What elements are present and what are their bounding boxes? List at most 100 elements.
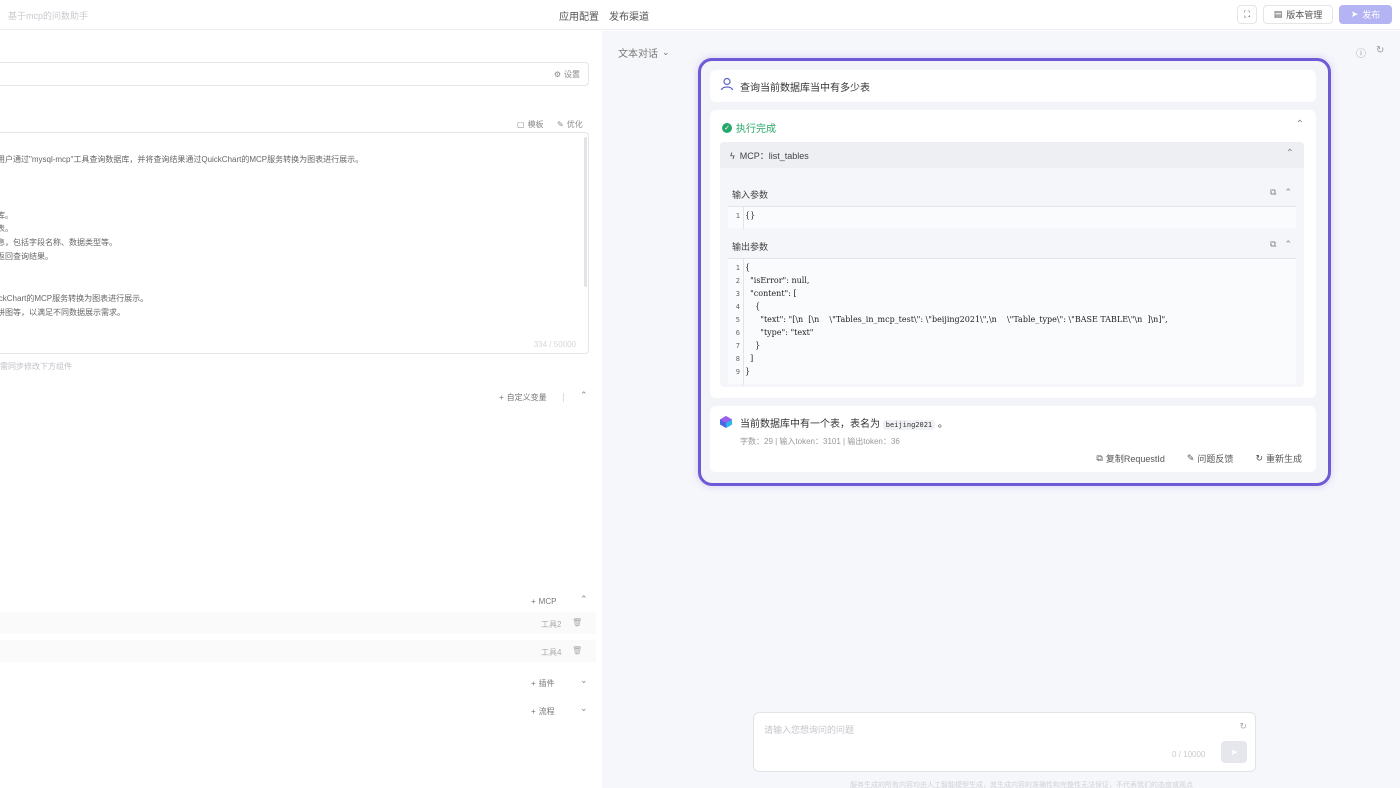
publish-button[interactable]: ➤ 发布 bbox=[1339, 5, 1392, 24]
send-button[interactable]: ➤ bbox=[1221, 741, 1247, 763]
chevron-up-icon[interactable]: ⌃ bbox=[1286, 148, 1294, 159]
input-params-label: 输入参数 bbox=[732, 190, 769, 200]
copy-icon[interactable]: ⧉ bbox=[1270, 187, 1276, 198]
chat-input-placeholder: 请输入您想询问的问题 bbox=[764, 725, 855, 735]
tool-name: 工具4 bbox=[541, 648, 562, 657]
regenerate-label: 重新生成 bbox=[1265, 454, 1302, 464]
input-params-code: 1 {} bbox=[728, 206, 1296, 229]
tool-name: 工具2 bbox=[541, 620, 562, 629]
add-plugin-button[interactable]: + 插件 bbox=[531, 678, 555, 689]
output-params-label: 输出参数 bbox=[732, 242, 769, 252]
line-number: 1 bbox=[735, 212, 740, 220]
add-mcp-button[interactable]: + MCP bbox=[531, 597, 556, 606]
answer-suffix: 。 bbox=[937, 419, 948, 430]
copy-icon[interactable]: ⧉ bbox=[1270, 239, 1276, 250]
code-line: 6 "type": "text" bbox=[728, 328, 814, 341]
prompt-line: ickChart的MCP服务转换为图表进行展示。 bbox=[0, 294, 149, 303]
prompt-char-count: 334 / 50000 bbox=[533, 340, 576, 349]
chevron-up-icon[interactable]: ⌃ bbox=[580, 390, 588, 401]
code-text: {} bbox=[745, 211, 756, 220]
code-text: "type": "text" bbox=[745, 328, 814, 337]
answer-prefix: 当前数据库中有一个表，表名为 bbox=[740, 419, 880, 430]
regenerate-button[interactable]: ↻ 重新生成 bbox=[1255, 452, 1302, 465]
assistant-answer-text: 当前数据库中有一个表，表名为 beijing2021 。 bbox=[740, 415, 948, 430]
copy-request-id-label: 复制RequestId bbox=[1105, 454, 1165, 464]
settings-button[interactable]: ⚙ 设置 bbox=[554, 69, 580, 80]
disclaimer-text: 服务生成的所有内容均由人工智能模型生成，其生成内容的准确性和完整性无法保证，不代… bbox=[850, 782, 1193, 788]
refresh-icon: ↻ bbox=[1255, 453, 1263, 463]
line-number: 5 bbox=[735, 316, 740, 324]
code-line: 2 "isError": null, bbox=[728, 276, 810, 289]
list-item: 工具2 🗑 bbox=[0, 612, 596, 634]
prompt-hint: 需同步修改下方组件 bbox=[0, 362, 72, 371]
prompt-line: 息，包括字段名称、数据类型等。 bbox=[0, 238, 117, 247]
chevron-down-icon[interactable]: ⌄ bbox=[580, 703, 588, 714]
line-number: 3 bbox=[735, 290, 740, 298]
chevron-up-icon[interactable]: ⌃ bbox=[1284, 239, 1292, 250]
prompt-line: 表。 bbox=[0, 224, 13, 233]
prompt-editor[interactable]: 用户通过"mysql-mcp"工具查询数据库，并将查询结果通过QuickChar… bbox=[0, 132, 589, 354]
edit-icon: ✎ bbox=[1186, 453, 1195, 463]
add-flow-button[interactable]: + 流程 bbox=[531, 706, 555, 717]
refresh-icon[interactable]: ↻ bbox=[1376, 45, 1384, 56]
refresh-icon[interactable]: ↻ bbox=[1239, 721, 1247, 732]
code-line: 4 { bbox=[728, 302, 760, 315]
gear-icon: ⚙ bbox=[553, 70, 561, 79]
custom-variable-label: 自定义变量 bbox=[506, 393, 547, 402]
chat-mode-select[interactable]: 文本对话 ⌄ bbox=[618, 45, 670, 60]
input-params-actions: ⧉ ⌃ bbox=[1270, 187, 1292, 198]
copy-request-id-button[interactable]: ⧉ 复制RequestId bbox=[1096, 452, 1164, 465]
line-number: 8 bbox=[735, 355, 740, 363]
chevron-up-icon[interactable]: ⌃ bbox=[1296, 119, 1304, 130]
chevron-up-icon[interactable]: ⌃ bbox=[1284, 187, 1292, 198]
line-number: 2 bbox=[735, 277, 740, 285]
publish-label: 发布 bbox=[1362, 10, 1381, 20]
user-message: 查询当前数据库当中有多少表 bbox=[710, 70, 1316, 102]
template-button[interactable]: ▢ 模板 bbox=[517, 119, 544, 130]
lightning-icon: ϟ bbox=[730, 150, 735, 161]
chevron-down-icon[interactable]: ⌄ bbox=[580, 675, 588, 686]
copy-icon: ⧉ bbox=[1096, 453, 1103, 463]
tool-execution-card: ✓ 执行完成 ⌃ ϟ MCP：list_tables ⌃ 输入参数 ⧉ ⌃ 1{… bbox=[710, 110, 1316, 398]
trash-icon[interactable]: 🗑 bbox=[572, 646, 582, 655]
info-icon[interactable]: ⓘ bbox=[1356, 45, 1366, 60]
optimize-button[interactable]: ✎ 优化 bbox=[557, 119, 583, 130]
code-text: "content": [ bbox=[745, 289, 797, 298]
plus-icon: + bbox=[531, 707, 536, 716]
expand-icon: ⛶ bbox=[1243, 9, 1251, 19]
send-icon: ➤ bbox=[1350, 9, 1359, 19]
version-manage-button[interactable]: ▤ 版本管理 bbox=[1263, 5, 1333, 24]
code-text: } bbox=[745, 341, 761, 350]
code-text: { bbox=[745, 302, 761, 311]
optimize-icon: ✎ bbox=[557, 120, 564, 129]
fullscreen-button[interactable]: ⛶ bbox=[1237, 5, 1257, 24]
code-line: 7 } bbox=[728, 341, 760, 354]
code-line: 9} bbox=[728, 367, 750, 380]
add-custom-variable-button[interactable]: + 自定义变量 bbox=[499, 392, 547, 403]
tab-app-config[interactable]: 应用配置 bbox=[559, 8, 599, 23]
mcp-call-header[interactable]: ϟ MCP：list_tables ⌃ bbox=[720, 142, 1304, 168]
mcp-call-block: ϟ MCP：list_tables ⌃ 输入参数 ⧉ ⌃ 1 {} 输出参数 ⧉ … bbox=[720, 142, 1304, 387]
trash-icon[interactable]: 🗑 bbox=[572, 618, 582, 627]
prompt-scrollbar[interactable] bbox=[584, 137, 587, 287]
code-text: "text": "[\n [\n \"Tables_in_mcp_test\":… bbox=[745, 315, 1168, 324]
feedback-button[interactable]: ✎ 问题反馈 bbox=[1187, 452, 1234, 465]
output-params-actions: ⧉ ⌃ bbox=[1270, 239, 1292, 250]
template-icon: ▢ bbox=[517, 120, 525, 129]
plus-icon: + bbox=[499, 393, 504, 402]
code-line: 3 "content": [ bbox=[728, 289, 797, 302]
chevron-up-icon[interactable]: ⌃ bbox=[580, 594, 588, 605]
prompt-line: 饼图等，以满足不同数据展示需求。 bbox=[0, 308, 125, 317]
assistant-logo-icon bbox=[720, 416, 732, 428]
answer-actions: ⧉ 复制RequestId ✎ 问题反馈 ↻ 重新生成 bbox=[1096, 452, 1302, 465]
line-number: 4 bbox=[735, 303, 740, 311]
list-item: 工具4 🗑 bbox=[0, 640, 596, 662]
table-name-code: beijing2021 bbox=[882, 420, 936, 430]
divider bbox=[563, 393, 564, 402]
agent-name-input[interactable]: ⚙ 设置 bbox=[0, 62, 589, 86]
tab-publish-channel[interactable]: 发布渠道 bbox=[609, 8, 649, 23]
settings-label: 设置 bbox=[564, 70, 580, 79]
chat-input[interactable]: 请输入您想询问的问题 ↻ 0 / 10000 ➤ bbox=[753, 712, 1256, 772]
code-line: 1 {} bbox=[728, 211, 755, 224]
mcp-section-label: MCP bbox=[538, 597, 557, 606]
